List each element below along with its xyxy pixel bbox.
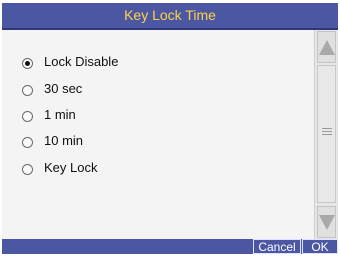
up-arrow-icon (319, 40, 335, 55)
option-label: 30 sec (44, 81, 83, 96)
radio-button[interactable] (22, 111, 33, 122)
grip-icon (322, 128, 332, 136)
radio-button[interactable] (22, 85, 33, 96)
option-label: Key Lock (44, 160, 98, 175)
ok-button[interactable]: OK (302, 239, 338, 254)
bottom-button-bar: Cancel OK (2, 239, 338, 254)
radio-button[interactable] (22, 58, 33, 69)
option-label: Lock Disable (44, 54, 119, 69)
radio-button[interactable] (22, 137, 33, 148)
down-arrow-icon (319, 215, 335, 230)
scroll-thumb[interactable] (317, 65, 336, 203)
radio-button[interactable] (22, 164, 33, 175)
key-lock-time-dialog: Key Lock Time Lock Disable 30 sec 1 min … (2, 3, 338, 254)
vertical-scrollbar[interactable] (315, 30, 338, 239)
scroll-down-button[interactable] (317, 206, 336, 238)
cancel-button[interactable]: Cancel (253, 239, 301, 254)
scroll-up-button[interactable] (317, 31, 336, 63)
option-label: 1 min (44, 107, 76, 122)
title-bar: Key Lock Time (2, 3, 338, 30)
options-list: Lock Disable 30 sec 1 min 10 min Key Loc… (2, 30, 315, 239)
radio-selected-dot (25, 61, 30, 66)
dialog-title: Key Lock Time (124, 7, 216, 23)
option-label: 10 min (44, 133, 84, 148)
